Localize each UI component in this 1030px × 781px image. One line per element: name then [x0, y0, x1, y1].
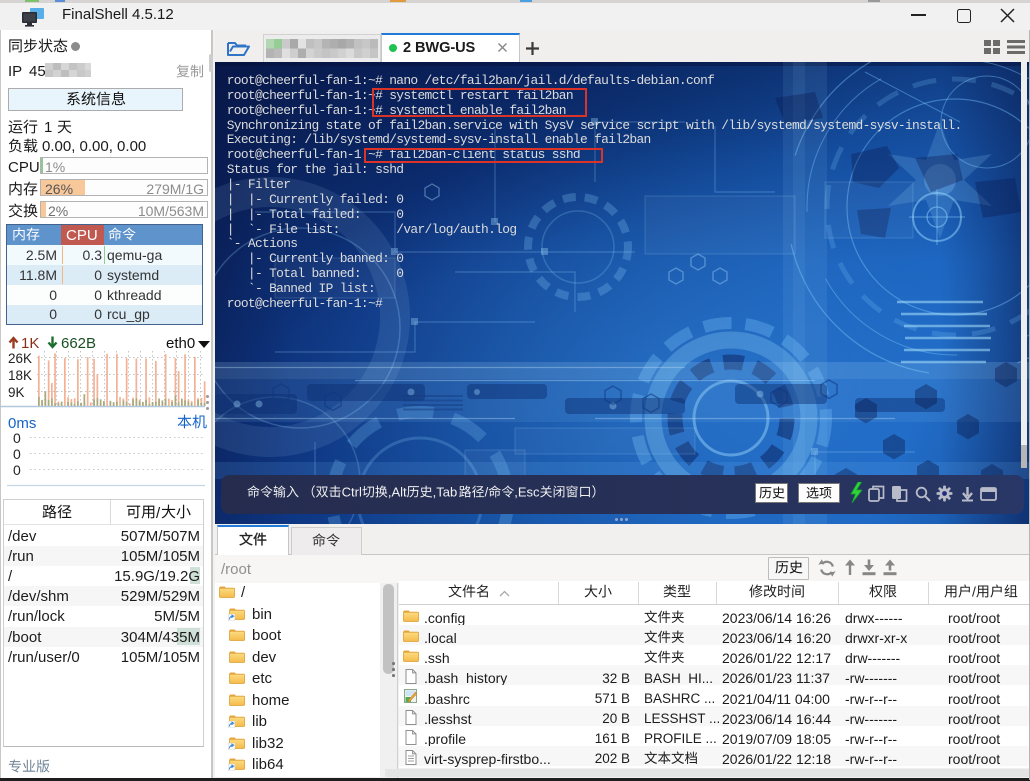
svg-text:/: / [972, 583, 976, 599]
svg-text:,Esc: ,Esc [514, 484, 540, 499]
svg-text:Ctrl: Ctrl [342, 484, 362, 499]
svg-text:,Tab: ,Tab [433, 484, 458, 499]
svg-text:/: / [485, 484, 489, 499]
svg-text:,Alt: ,Alt [388, 484, 407, 499]
